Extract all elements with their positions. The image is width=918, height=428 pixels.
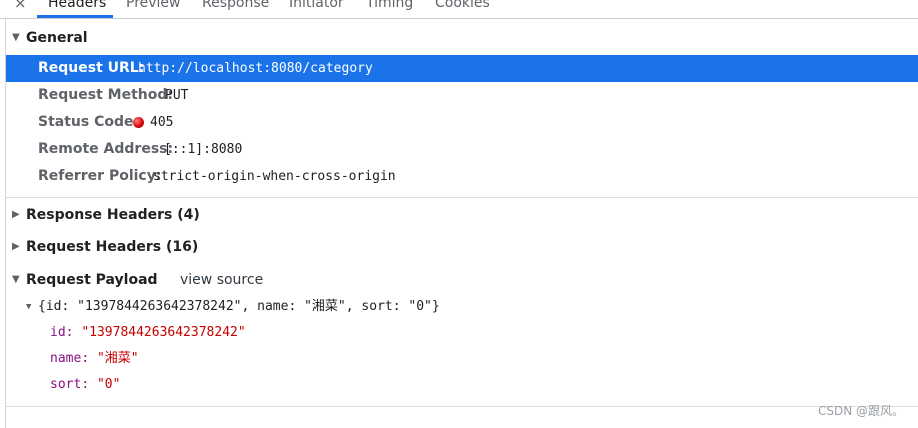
- expand-triangle-icon: ▼: [12, 32, 20, 43]
- tab-timing[interactable]: Timing: [366, 0, 413, 12]
- remote-address-key: Remote Address:: [38, 141, 174, 157]
- tab-response[interactable]: Response: [202, 0, 269, 12]
- tab-preview[interactable]: Preview: [126, 0, 181, 12]
- payload-object-summary[interactable]: ▼ {id: "1397844263642378242", name: "湘菜",…: [26, 296, 440, 318]
- devtools-tab-bar: × Headers Preview Response Initiator Tim…: [0, 0, 918, 19]
- tab-headers[interactable]: Headers: [48, 0, 106, 12]
- status-error-icon: [133, 117, 144, 128]
- expand-triangle-icon: ▼: [26, 302, 32, 312]
- request-method-value: PUT: [165, 88, 189, 103]
- close-icon[interactable]: ×: [14, 0, 27, 12]
- view-source-link[interactable]: view source: [180, 270, 263, 290]
- payload-prop-sort[interactable]: sort: "0": [50, 374, 120, 396]
- payload-summary-text: {id: "1397844263642378242", name: "湘菜", …: [38, 299, 440, 314]
- watermark: CSDN @跟风。: [817, 404, 904, 418]
- payload-value: "湘菜": [96, 351, 139, 366]
- general-title: General: [26, 30, 88, 46]
- general-row-request-method[interactable]: Request Method: PUT: [6, 82, 918, 109]
- response-headers-title: Response Headers (4): [26, 207, 200, 223]
- expand-triangle-icon: ▼: [12, 274, 20, 285]
- general-row-request-url[interactable]: Request URL: http://localhost:8080/categ…: [6, 55, 918, 82]
- request-method-key: Request Method:: [38, 87, 173, 103]
- payload-key: id: [50, 325, 66, 340]
- section-divider: [6, 406, 918, 407]
- referrer-policy-key: Referrer Policy:: [38, 168, 162, 184]
- section-divider: [6, 197, 918, 198]
- general-row-status-code[interactable]: Status Code: 405: [6, 109, 918, 136]
- request-headers-title: Request Headers (16): [26, 239, 199, 255]
- payload-value: "1397844263642378242": [81, 325, 246, 340]
- request-url-value: http://localhost:8080/category: [138, 61, 373, 76]
- payload-key: sort: [50, 377, 82, 392]
- active-tab-indicator: [37, 15, 113, 18]
- tab-cookies[interactable]: Cookies: [435, 0, 490, 12]
- request-payload-section-header[interactable]: ▼ Request Payload: [12, 270, 158, 290]
- payload-prop-id[interactable]: id: "1397844263642378242": [50, 322, 246, 344]
- request-url-key: Request URL:: [38, 60, 145, 76]
- collapse-triangle-icon: ▶: [12, 209, 20, 220]
- response-headers-section-header[interactable]: ▶ Response Headers (4): [12, 205, 200, 225]
- payload-key: name: [50, 351, 82, 366]
- general-row-remote-address[interactable]: Remote Address: [::1]:8080: [6, 136, 918, 163]
- request-headers-section-header[interactable]: ▶ Request Headers (16): [12, 237, 198, 257]
- remote-address-value: [::1]:8080: [164, 142, 243, 157]
- payload-value: "0": [96, 377, 121, 392]
- request-payload-title: Request Payload: [26, 272, 158, 288]
- tab-initiator[interactable]: Initiator: [289, 0, 344, 12]
- collapse-triangle-icon: ▶: [12, 241, 20, 252]
- general-section-header[interactable]: ▼ General: [12, 28, 88, 48]
- payload-prop-name[interactable]: name: "湘菜": [50, 348, 139, 370]
- status-code-value: 405: [150, 115, 174, 130]
- general-row-referrer-policy[interactable]: Referrer Policy: strict-origin-when-cros…: [6, 163, 918, 190]
- status-code-key: Status Code:: [38, 114, 140, 130]
- referrer-policy-value: strict-origin-when-cross-origin: [153, 169, 396, 184]
